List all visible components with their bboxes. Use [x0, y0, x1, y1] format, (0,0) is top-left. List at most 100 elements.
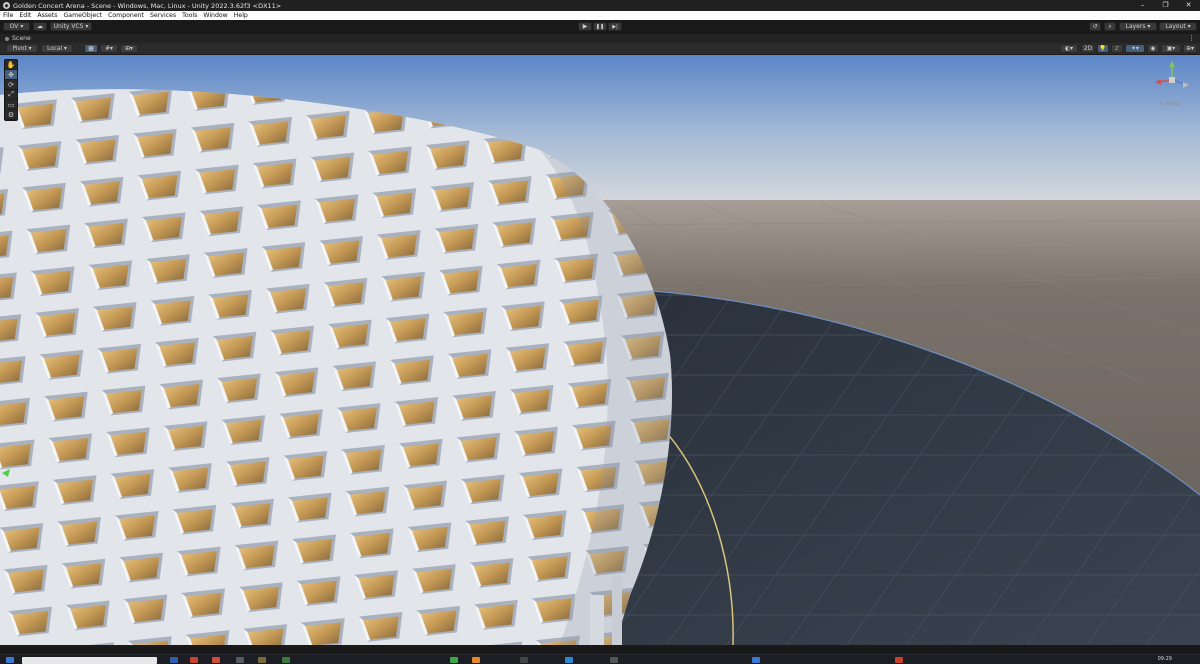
pause-icon: ❚❚ — [595, 23, 605, 30]
app-icon[interactable] — [450, 657, 458, 663]
gizmo-center-cube[interactable] — [1169, 77, 1175, 83]
camera-settings-dropdown[interactable]: ▣▾ — [1161, 44, 1181, 53]
camera-icon: ▣▾ — [1166, 45, 1176, 52]
support-pillar — [590, 595, 604, 645]
light-bulb-icon: 💡 — [1099, 45, 1107, 52]
rotate-icon: ⟳ — [8, 80, 14, 89]
hand-icon: ✋ — [6, 60, 16, 69]
scene-tab-label[interactable]: Scene — [12, 35, 31, 42]
search-icon: ⌕ — [1108, 22, 1112, 30]
start-icon[interactable] — [6, 657, 14, 663]
layers-label: Layers — [1125, 23, 1146, 30]
history-icon: ↺ — [1092, 23, 1098, 30]
hand-tool-button[interactable]: ✋ — [5, 60, 17, 70]
play-icon: ▶ — [582, 23, 588, 30]
scale-tool-button[interactable]: ⤢ — [5, 90, 17, 100]
grid-snap-button[interactable]: ▦ — [84, 44, 98, 53]
gizmo-x-cone[interactable] — [1155, 79, 1161, 85]
rect-tool-button[interactable]: ▭ — [5, 100, 17, 110]
main-toolbar: OV ▾ ☁ Unity VCS ▾ ▶ ❚❚ ▶| ↺ ⌕ Layers ▾ … — [0, 20, 1200, 35]
step-icon: ▶| — [612, 23, 618, 30]
app-icon[interactable] — [236, 657, 244, 663]
menu-edit[interactable]: Edit — [16, 12, 34, 19]
effects-dropdown[interactable]: ✦▾ — [1125, 44, 1145, 53]
minimize-button[interactable]: – — [1131, 0, 1154, 11]
gizmo-projection-label[interactable]: < Persp — [1155, 101, 1185, 107]
account-dropdown[interactable]: OV ▾ — [3, 22, 30, 31]
step-button[interactable]: ▶| — [608, 22, 622, 31]
menu-services[interactable]: Services — [147, 12, 179, 19]
transform-icon: ⚙ — [7, 110, 15, 119]
mode-2d-label: 2D — [1083, 45, 1093, 52]
tool-palette: ✋ ✥ ⟳ ⤢ ▭ ⚙ — [4, 59, 18, 121]
eye-icon: ◉ — [1150, 45, 1156, 52]
app-icon[interactable] — [212, 657, 220, 663]
audio-icon: ♪ — [1115, 45, 1119, 52]
pause-button[interactable]: ❚❚ — [593, 22, 607, 31]
lighting-toggle[interactable]: 💡 — [1097, 44, 1109, 53]
menu-help[interactable]: Help — [231, 12, 251, 19]
menu-window[interactable]: Window — [200, 12, 230, 19]
pivot-dropdown[interactable]: Pivot ▾ — [6, 44, 38, 53]
rect-icon: ▭ — [7, 100, 15, 109]
close-button[interactable]: ✕ — [1177, 0, 1200, 11]
menu-gameobject[interactable]: GameObject — [60, 12, 105, 19]
app-icon[interactable] — [282, 657, 290, 663]
vcs-dropdown[interactable]: Unity VCS ▾ — [50, 22, 92, 31]
audio-toggle[interactable]: ♪ — [1111, 44, 1123, 53]
undo-history-button[interactable]: ↺ — [1089, 22, 1101, 31]
play-button[interactable]: ▶ — [578, 22, 592, 31]
draw-mode-dropdown[interactable]: ◐▾ — [1060, 44, 1078, 53]
menu-assets[interactable]: Assets — [34, 12, 60, 19]
maximize-button[interactable]: ❐ — [1154, 0, 1177, 11]
layout-dropdown[interactable]: Layout ▾ — [1159, 22, 1197, 31]
gizmo-y-cone[interactable] — [1169, 61, 1175, 67]
layers-dropdown[interactable]: Layers ▾ — [1119, 22, 1157, 31]
app-icon[interactable] — [520, 657, 528, 663]
scene-viewport[interactable] — [0, 55, 1200, 645]
menu-component[interactable]: Component — [105, 12, 147, 19]
move-icon: ✥ — [8, 70, 14, 79]
scene-render[interactable] — [0, 55, 1200, 645]
window-title: Golden Concert Arena - Scene - Windows, … — [13, 1, 282, 10]
menu-tools[interactable]: Tools — [179, 12, 200, 19]
app-icon[interactable] — [170, 657, 178, 663]
gizmos-icon: ⊕▾ — [1186, 45, 1194, 52]
menu-file[interactable]: File — [0, 12, 16, 19]
tab-menu-icon[interactable]: ⋮ — [1188, 34, 1195, 43]
app-icon[interactable] — [472, 657, 480, 663]
app-icon[interactable] — [190, 657, 198, 663]
rotate-tool-button[interactable]: ⟳ — [5, 80, 17, 90]
scene-visibility-toggle[interactable]: ◉ — [1147, 44, 1159, 53]
scale-icon: ⤢ — [8, 90, 14, 98]
grid-visibility-dropdown[interactable]: #▾ — [100, 44, 118, 53]
app-icon[interactable] — [895, 657, 903, 663]
snap-increment-icon: ⊞▾ — [125, 45, 133, 52]
scene-tab-bar: Scene ⋮ — [0, 34, 1200, 43]
pivot-label: Pivot — [12, 45, 27, 52]
move-tool-button[interactable]: ✥ — [5, 70, 17, 80]
layout-label: Layout — [1165, 23, 1186, 30]
gizmos-dropdown[interactable]: ⊕▾ — [1183, 44, 1197, 53]
search-button[interactable]: ⌕ — [1104, 22, 1116, 31]
scene-view-toolbar: Pivot ▾ Local ▾ ▦ #▾ ⊞▾ ◐▾ 2D 💡 ♪ ✦▾ ◉ ▣… — [0, 43, 1200, 55]
transform-tool-button[interactable]: ⚙ — [5, 110, 17, 120]
app-icon[interactable] — [610, 657, 618, 663]
app-icon[interactable] — [565, 657, 573, 663]
app-icon[interactable] — [258, 657, 266, 663]
cloud-button[interactable]: ☁ — [33, 22, 47, 31]
local-dropdown[interactable]: Local ▾ — [41, 44, 73, 53]
gizmo-z-cone[interactable] — [1183, 82, 1189, 88]
grid-snap-icon: ▦ — [88, 45, 94, 52]
increment-snap-dropdown[interactable]: ⊞▾ — [120, 44, 138, 53]
window-title-bar: ◆ Golden Concert Arena - Scene - Windows… — [0, 0, 1200, 11]
unity-logo-icon: ◆ — [3, 2, 10, 9]
support-pillar — [612, 575, 622, 645]
taskbar-clock: 09:29 — [1157, 656, 1172, 662]
cloud-icon: ☁ — [37, 23, 43, 30]
window-controls: – ❐ ✕ — [1131, 0, 1200, 11]
unity-taskbar-icon[interactable] — [752, 657, 760, 663]
mode-2d-toggle[interactable]: 2D — [1081, 44, 1095, 53]
scene-tab-icon — [5, 36, 9, 41]
local-label: Local — [47, 45, 63, 52]
